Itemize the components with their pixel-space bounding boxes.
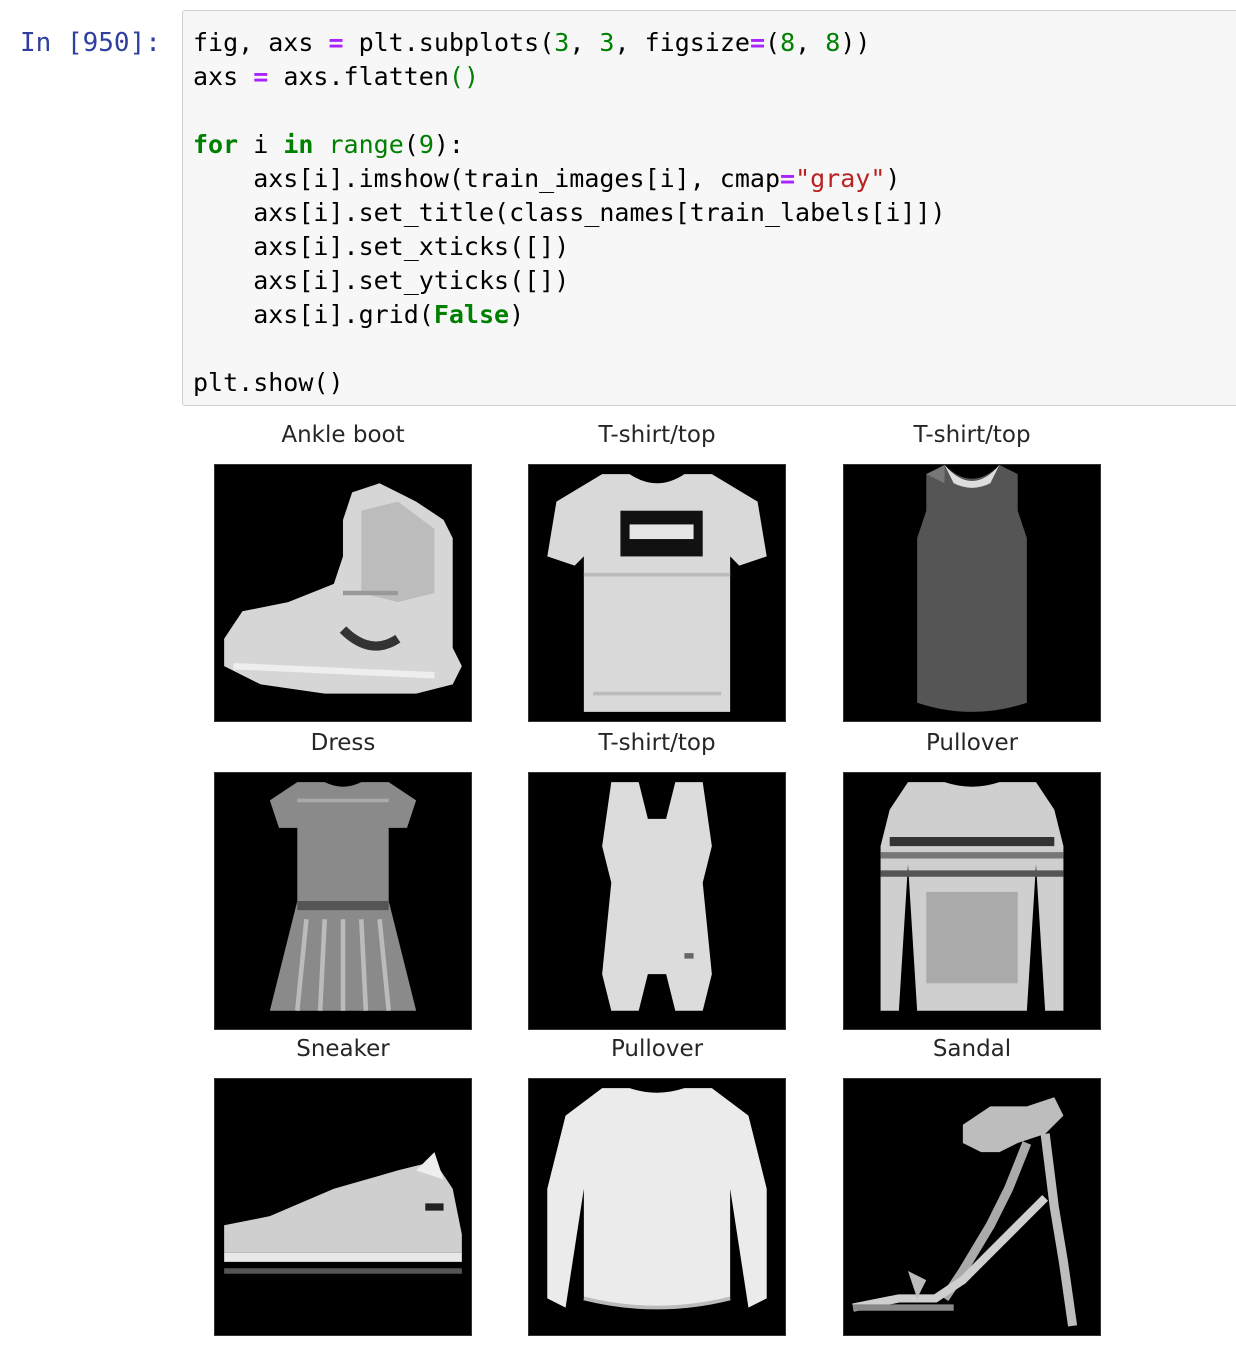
- code-line-6: axs[i].set_title(class_names[train_label…: [193, 198, 946, 227]
- code-line-9: axs[i].grid(False): [193, 300, 525, 329]
- tank-top-image: [843, 464, 1101, 722]
- code-block[interactable]: fig, axs = plt.subplots(3, 3, figsize=(8…: [193, 26, 946, 400]
- code-line-5: axs[i].imshow(train_images[i], cmap="gra…: [193, 164, 901, 193]
- cell-output-figure: Ankle boot T-shirt/top T-shirt/top Dress…: [182, 420, 1236, 1350]
- code-cell-editor[interactable]: fig, axs = plt.subplots(3, 3, figsize=(8…: [182, 10, 1236, 406]
- dress-image: [214, 772, 472, 1030]
- code-line-11: plt.show(): [193, 368, 344, 397]
- pullover-image: [528, 1078, 786, 1336]
- subplot-title: T-shirt/top: [598, 422, 716, 448]
- code-line-7: axs[i].set_xticks([]): [193, 232, 570, 261]
- subplot-title: Sneaker: [296, 1036, 390, 1062]
- tank-top-image: [528, 772, 786, 1030]
- code-line-4: for i in range(9):: [193, 130, 464, 159]
- sneaker-image: [214, 1078, 472, 1336]
- subplot-title: Sandal: [932, 1036, 1012, 1062]
- code-line-8: axs[i].set_yticks([]): [193, 266, 570, 295]
- code-line-2: axs = axs.flatten(): [193, 62, 480, 91]
- subplot-title: Ankle boot: [281, 422, 405, 448]
- subplot-title: Dress: [310, 730, 376, 756]
- cell-prompt: In [950]:: [20, 28, 161, 58]
- tshirt-image: [528, 464, 786, 722]
- subplot-title: T-shirt/top: [913, 422, 1031, 448]
- sandal-image: [843, 1078, 1101, 1336]
- subplot-title: Pullover: [610, 1036, 704, 1062]
- pullover-image: [843, 772, 1101, 1030]
- code-line-1: fig, axs = plt.subplots(3, 3, figsize=(8…: [193, 28, 871, 57]
- subplot-title: T-shirt/top: [598, 730, 716, 756]
- subplot-title: Pullover: [925, 730, 1019, 756]
- ankle-boot-image: [214, 464, 472, 722]
